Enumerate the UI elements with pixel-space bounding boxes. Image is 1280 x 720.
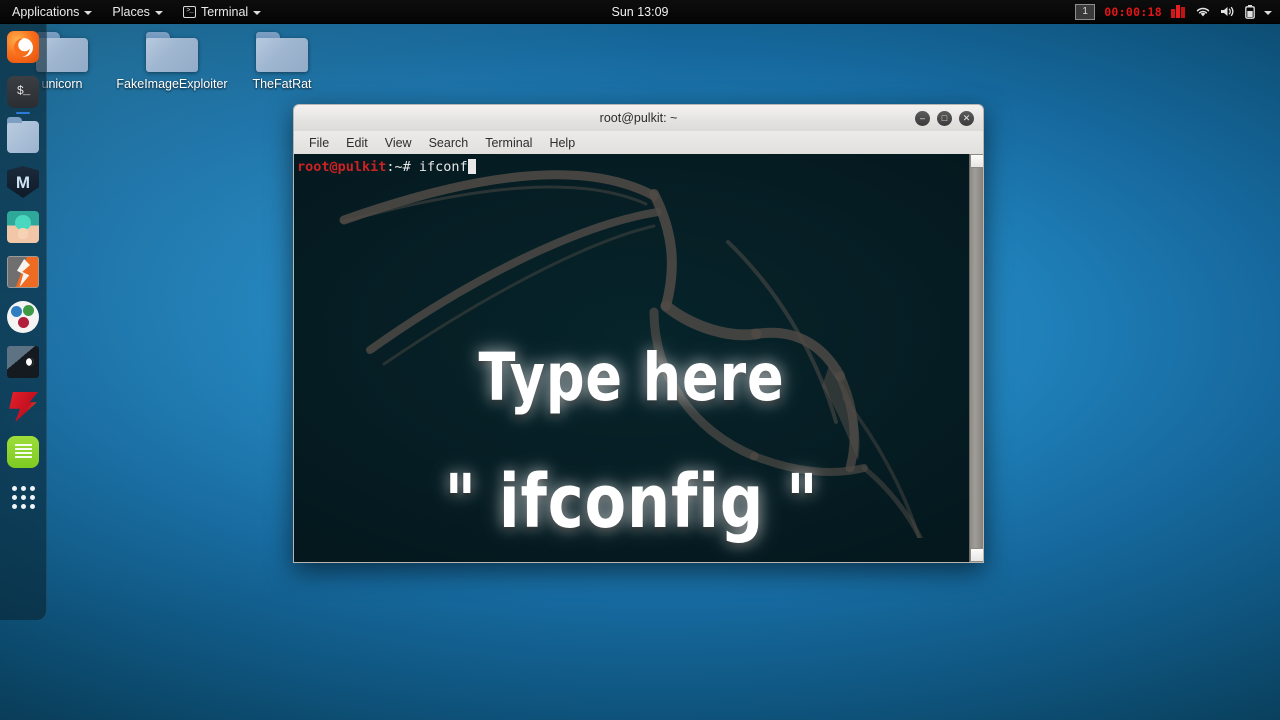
terminal-menubar: File Edit View Search Terminal Help [293,131,984,154]
menu-places[interactable]: Places [102,0,173,24]
menu-applications-label: Applications [12,4,80,19]
terminal-prompt-line: root@pulkit:~# ifconf [297,159,476,175]
menu-item-terminal[interactable]: Terminal [478,134,539,152]
menu-item-view[interactable]: View [378,134,419,152]
kali-dragon-logo [339,170,923,538]
terminal-titlebar[interactable]: root@pulkit: ~ – □ ✕ [293,104,984,131]
desktop-screen: Applications Places >_ Terminal Sun 13:0… [0,0,1280,720]
maximize-button[interactable]: □ [937,110,952,126]
menu-applications[interactable]: Applications [0,0,102,24]
prompt-user-host: root@pulkit [297,159,387,175]
window-controls: – □ ✕ [915,110,983,126]
battery-icon[interactable] [1245,4,1255,19]
menu-places-label: Places [112,4,150,19]
wifi-icon[interactable] [1195,5,1211,18]
prompt-command-text: ifconf [418,159,468,175]
minimize-button[interactable]: – [915,110,930,126]
top-panel: Applications Places >_ Terminal Sun 13:0… [0,0,1280,24]
desktop-icon-label: FakeImageExploiter [116,77,228,91]
terminal-window[interactable]: root@pulkit: ~ – □ ✕ File Edit View Sear… [293,104,984,563]
window-title: root@pulkit: ~ [599,111,678,125]
favorites-dock: $_ M [0,24,47,620]
overlay-type-here: Type here [478,339,785,416]
record-icon[interactable] [1171,5,1186,18]
volume-icon[interactable] [1220,5,1236,18]
dock-item-burpsuite[interactable] [7,256,39,288]
recording-timer: 00:00:18 [1104,4,1162,19]
prompt-path-sigil: :~# [386,159,419,175]
scrollbar-down-button[interactable] [970,548,983,562]
panel-status-area: 1 00:00:18 [1075,0,1280,24]
desktop-icon-fakeimageexploiter[interactable]: FakeImageExploiter [116,32,228,92]
dock-item-firefox[interactable] [7,31,39,63]
overlay-command-hint: " ifconfig " [444,459,819,545]
dock-item-terminal[interactable]: $_ [7,76,39,108]
chevron-down-icon [154,10,163,15]
workspace-indicator[interactable]: 1 [1075,3,1096,20]
terminal-screen[interactable]: root@pulkit:~# ifconf Type here " ifconf… [294,154,969,562]
folder-icon [146,32,198,72]
terminal-body[interactable]: root@pulkit:~# ifconf Type here " ifconf… [293,154,984,563]
close-button[interactable]: ✕ [959,110,974,126]
chevron-down-icon [253,10,262,15]
desktop-icon-thefatrat[interactable]: TheFatRat [226,32,338,92]
dock-item-files[interactable] [7,117,39,153]
chevron-down-icon[interactable] [1264,10,1272,15]
terminal-scrollbar[interactable] [969,154,983,562]
dock-item-faraday[interactable] [7,391,39,423]
menu-terminal-app[interactable]: >_ Terminal [173,0,271,24]
menu-item-file[interactable]: File [302,134,336,152]
chevron-down-icon [84,10,93,15]
dock-item-beef[interactable] [7,301,39,333]
menu-item-help[interactable]: Help [542,134,582,152]
panel-clock[interactable]: Sun 13:09 [612,5,669,19]
dock-item-metasploit[interactable]: M [7,166,39,198]
menu-terminal-label: Terminal [200,4,249,19]
show-applications-button[interactable] [7,481,39,513]
desktop-icon-label: TheFatRat [252,77,312,91]
dock-item-text-editor[interactable] [7,436,39,468]
dock-item-wireshark[interactable] [7,346,39,378]
folder-icon [256,32,308,72]
menu-item-edit[interactable]: Edit [339,134,375,152]
terminal-icon: >_ [182,5,196,18]
scrollbar-up-button[interactable] [970,154,983,168]
block-cursor [467,159,476,174]
menu-item-search[interactable]: Search [422,134,476,152]
dock-item-armitage[interactable] [7,211,39,243]
